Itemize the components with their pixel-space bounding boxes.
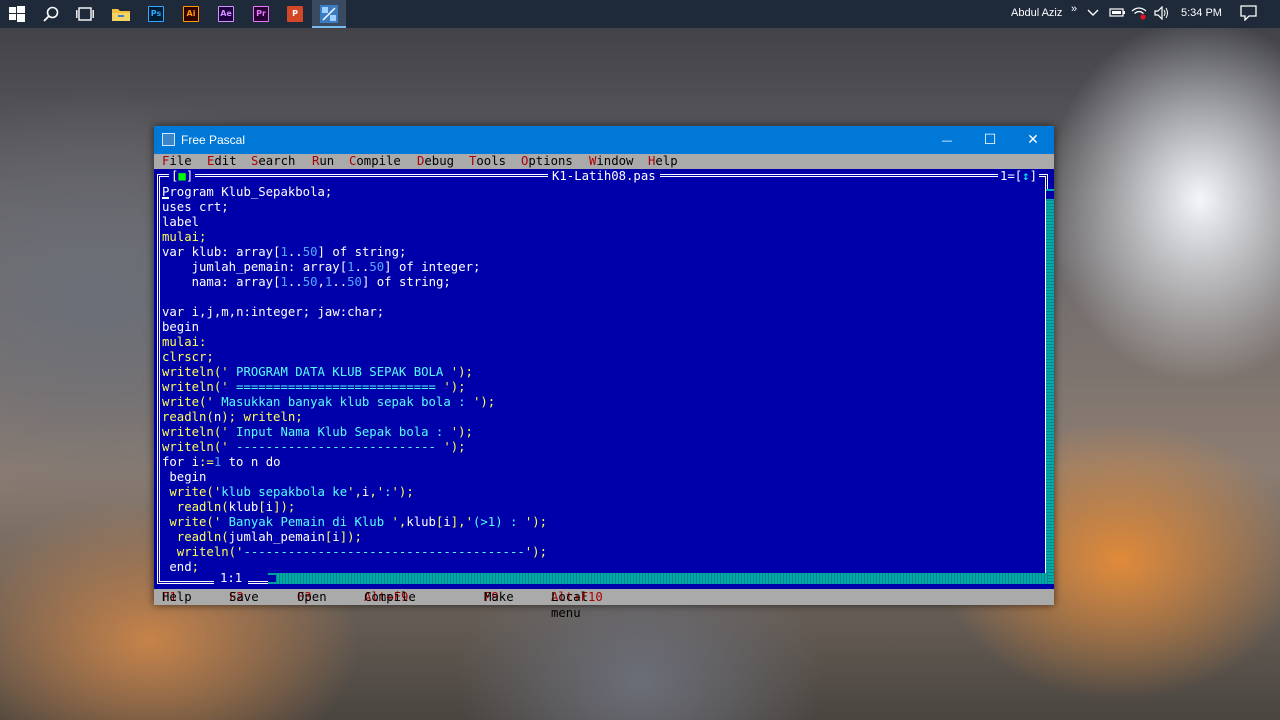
vertical-scroll-thumb[interactable] bbox=[1046, 191, 1054, 199]
code-line: uses crt; bbox=[162, 200, 229, 214]
free-pascal-icon[interactable] bbox=[319, 4, 339, 24]
powerpoint-icon[interactable]: P bbox=[285, 4, 305, 24]
code-line: write(' Masukkan banyak klub sepak bola … bbox=[162, 395, 496, 409]
code-line: begin bbox=[169, 470, 207, 484]
code-line: for i:=1 to n do bbox=[162, 455, 281, 469]
network-warning-icon[interactable] bbox=[1131, 6, 1147, 23]
menu-run[interactable]: Run bbox=[312, 154, 334, 169]
minimize-icon: — bbox=[941, 133, 953, 147]
code-line: var klub: array[1..50] of string; bbox=[162, 245, 407, 259]
start-icon[interactable] bbox=[7, 4, 27, 24]
search-icon[interactable] bbox=[41, 4, 61, 24]
editor-filename: K1-Latih08.pas bbox=[548, 169, 660, 184]
code-line: writeln(' Input Nama Klub Sepak bola : '… bbox=[162, 425, 473, 439]
code-area[interactable]: Program Klub_Sepakbola; uses crt; label … bbox=[162, 185, 547, 575]
code-line: end; bbox=[169, 560, 200, 574]
menu-options[interactable]: Options bbox=[521, 154, 573, 169]
menu-window[interactable]: Window bbox=[589, 154, 633, 169]
code-line: writeln(' =========================== ')… bbox=[162, 380, 466, 394]
maximize-button[interactable]: ☐ bbox=[967, 126, 1013, 154]
clock-time[interactable]: 5:34 PM bbox=[1181, 7, 1222, 19]
free-pascal-window: Free Pascal — ☐ ✕ File Edit Search Run C… bbox=[154, 126, 1054, 620]
code-line: nama: array[1..50,1..50] of string; bbox=[191, 275, 451, 289]
maximize-icon: ☐ bbox=[983, 132, 997, 148]
code-line: clrscr; bbox=[162, 350, 214, 364]
close-button[interactable]: ✕ bbox=[1010, 126, 1056, 154]
code-line: begin bbox=[162, 320, 200, 334]
code-line: writeln('-------------------------------… bbox=[162, 545, 547, 559]
after-effects-icon[interactable]: Ae bbox=[216, 4, 236, 24]
code-line: readln(jumlah_pemain[i]); bbox=[162, 530, 362, 544]
menu-compile[interactable]: Compile bbox=[349, 154, 401, 169]
code-line: Program Klub_Sepakbola; bbox=[162, 185, 333, 199]
minimize-button[interactable]: — bbox=[924, 126, 970, 154]
status-bar: F1 Help F2 Save F3 Open Alt+F9 Compile F… bbox=[154, 589, 1054, 620]
horizontal-scroll-thumb[interactable] bbox=[268, 575, 276, 582]
code-line: label bbox=[162, 215, 200, 229]
code-line: mulai: bbox=[162, 335, 207, 349]
chevron-icon[interactable]: » bbox=[1071, 3, 1077, 15]
task-view-icon[interactable] bbox=[75, 4, 95, 24]
code-line: write('klub sepakbola ke',i,':'); bbox=[162, 485, 414, 499]
menu-edit[interactable]: Edit bbox=[207, 154, 237, 169]
code-line: writeln(' PROGRAM DATA KLUB SEPAK BOLA '… bbox=[162, 365, 473, 379]
window-title: Free Pascal bbox=[181, 133, 246, 147]
editor-close-box[interactable]: [■] bbox=[169, 169, 196, 184]
code-line: readln(klub[i]); bbox=[162, 500, 296, 514]
menu-file[interactable]: File bbox=[162, 154, 192, 169]
menu-search[interactable]: Search bbox=[251, 154, 295, 169]
battery-icon[interactable] bbox=[1108, 6, 1126, 21]
premiere-icon[interactable]: Pr bbox=[251, 4, 271, 24]
code-line: jumlah_pemain: array[1..50] of integer; bbox=[191, 260, 481, 274]
menu-debug[interactable]: Debug bbox=[417, 154, 454, 169]
volume-icon[interactable] bbox=[1154, 5, 1170, 23]
window-titlebar[interactable]: Free Pascal — ☐ ✕ bbox=[154, 126, 1054, 154]
vertical-scrollbar[interactable] bbox=[1046, 189, 1054, 584]
text-cursor bbox=[162, 197, 169, 199]
free-pascal-app-icon bbox=[162, 133, 175, 146]
menu-bar: File Edit Search Run Compile Debug Tools… bbox=[154, 154, 1054, 169]
zoom-icon[interactable]: ↕ bbox=[1022, 169, 1029, 183]
menu-tools[interactable]: Tools bbox=[469, 154, 506, 169]
code-line: readln(n); writeln; bbox=[162, 410, 303, 424]
editor-window[interactable]: [■] K1-Latih08.pas 1=[↕] Program Klub_Se… bbox=[154, 169, 1054, 589]
code-line: writeln(' --------------------------- ')… bbox=[162, 440, 466, 454]
photoshop-icon[interactable]: Ps bbox=[146, 4, 166, 24]
show-hidden-icons-chevron-icon[interactable] bbox=[1087, 6, 1099, 21]
illustrator-icon[interactable]: Ai bbox=[181, 4, 201, 24]
cursor-position: 1:1 bbox=[214, 571, 249, 586]
taskbar: Ps Ai Ae Pr P Abdul Aziz » 5:34 PM bbox=[0, 0, 1280, 28]
code-line: var i,j,m,n:integer; jaw:char; bbox=[162, 305, 385, 319]
close-icon: ✕ bbox=[1027, 132, 1039, 148]
file-explorer-icon[interactable] bbox=[111, 4, 131, 24]
horizontal-scrollbar[interactable] bbox=[268, 573, 1048, 584]
menu-help[interactable]: Help bbox=[648, 154, 678, 169]
user-name[interactable]: Abdul Aziz bbox=[1011, 7, 1062, 19]
code-line: mulai; bbox=[162, 230, 207, 244]
code-line: write(' Banyak Pemain di Klub ',klub[i],… bbox=[162, 515, 548, 529]
editor-window-number[interactable]: 1=[↕] bbox=[998, 169, 1040, 184]
action-center-icon[interactable] bbox=[1240, 5, 1257, 24]
